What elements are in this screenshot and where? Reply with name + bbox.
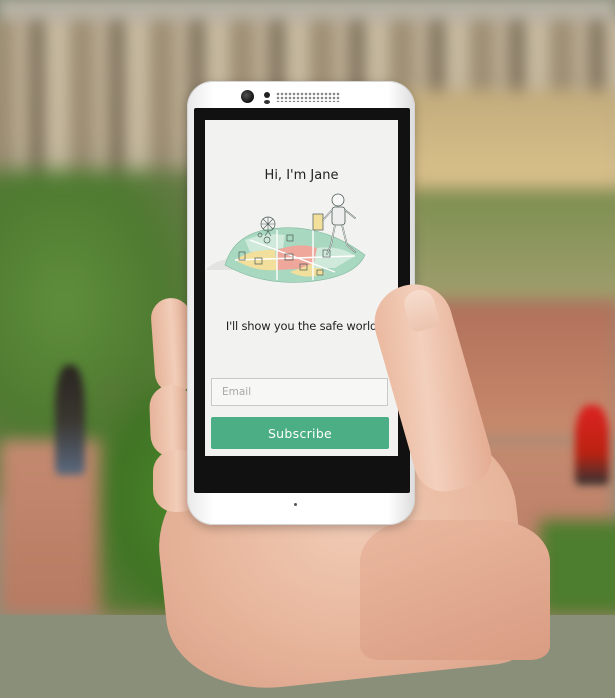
subscribe-button[interactable]: Subscribe [211, 417, 389, 449]
front-camera-icon [241, 90, 254, 103]
tagline-text: I'll show you the safe world [225, 319, 378, 333]
background-person-red [575, 405, 609, 485]
background-person-dark [55, 365, 85, 475]
light-sensor [264, 100, 270, 104]
app-screen: Hi, I'm Jane I'll show you the safe worl… [205, 120, 398, 456]
greeting-heading: Hi, I'm Jane [264, 168, 339, 183]
background-trees-right [410, 190, 615, 310]
proximity-sensor [264, 92, 270, 98]
notification-led [294, 503, 297, 506]
speaker-grille-icon [276, 92, 340, 102]
background-hedge-right [540, 520, 615, 615]
email-input[interactable] [211, 378, 388, 406]
city-map-robot-illustration [207, 193, 366, 283]
